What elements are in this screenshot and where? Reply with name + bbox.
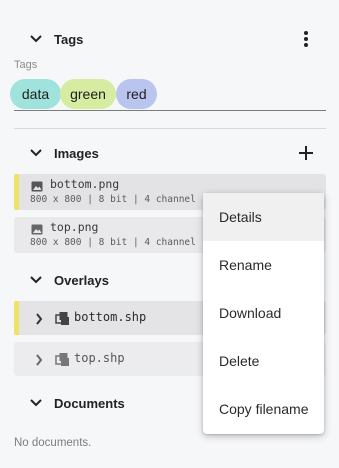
overlays-collapse-chevron-icon[interactable] <box>29 275 43 285</box>
images-section-title: Images <box>54 146 99 161</box>
menu-item-delete[interactable]: Delete <box>203 337 324 385</box>
tag-chip-label: data <box>21 86 50 102</box>
section-divider <box>14 128 326 129</box>
tag-chip-red[interactable]: red <box>116 79 157 109</box>
layers-icon <box>55 311 69 325</box>
tag-chip-label: green <box>70 86 106 102</box>
image-meta: 800 x 800 | 8 bit | 4 channel <box>30 237 196 248</box>
overlay-name: bottom.shp <box>74 310 147 324</box>
menu-item-details[interactable]: Details <box>203 193 324 241</box>
tag-chip-green[interactable]: green <box>60 79 116 109</box>
menu-item-rename[interactable]: Rename <box>203 241 324 289</box>
image-icon <box>31 179 43 192</box>
tags-collapse-chevron-icon[interactable] <box>29 34 43 44</box>
documents-collapse-chevron-icon[interactable] <box>29 398 43 408</box>
menu-item-download[interactable]: Download <box>203 289 324 337</box>
expand-chevron-icon[interactable] <box>35 353 43 366</box>
context-menu: Details Rename Download Delete Copy file… <box>203 193 324 434</box>
image-name: bottom.png <box>50 177 120 191</box>
active-indicator <box>14 174 19 210</box>
overlays-section-title: Overlays <box>54 273 109 288</box>
image-icon <box>31 222 43 235</box>
tags-field-caption: Tags <box>14 59 38 71</box>
documents-section-title: Documents <box>54 396 125 411</box>
tag-chip-label: red <box>126 86 147 102</box>
documents-empty-text: No documents. <box>14 437 92 449</box>
images-collapse-chevron-icon[interactable] <box>29 148 43 158</box>
layers-icon <box>55 352 69 366</box>
expand-chevron-icon[interactable] <box>35 312 43 325</box>
overlay-name: top.shp <box>74 351 125 365</box>
image-meta: 800 x 800 | 8 bit | 4 channel <box>30 194 196 205</box>
image-name: top.png <box>50 220 99 234</box>
tag-chip-data[interactable]: data <box>10 79 61 109</box>
active-indicator <box>14 301 19 335</box>
tags-section-title: Tags <box>54 32 84 47</box>
add-image-icon[interactable] <box>296 143 316 163</box>
menu-item-copy-filename[interactable]: Copy filename <box>203 385 324 433</box>
more-options-icon[interactable] <box>298 30 314 48</box>
tags-input-underline <box>14 110 326 111</box>
